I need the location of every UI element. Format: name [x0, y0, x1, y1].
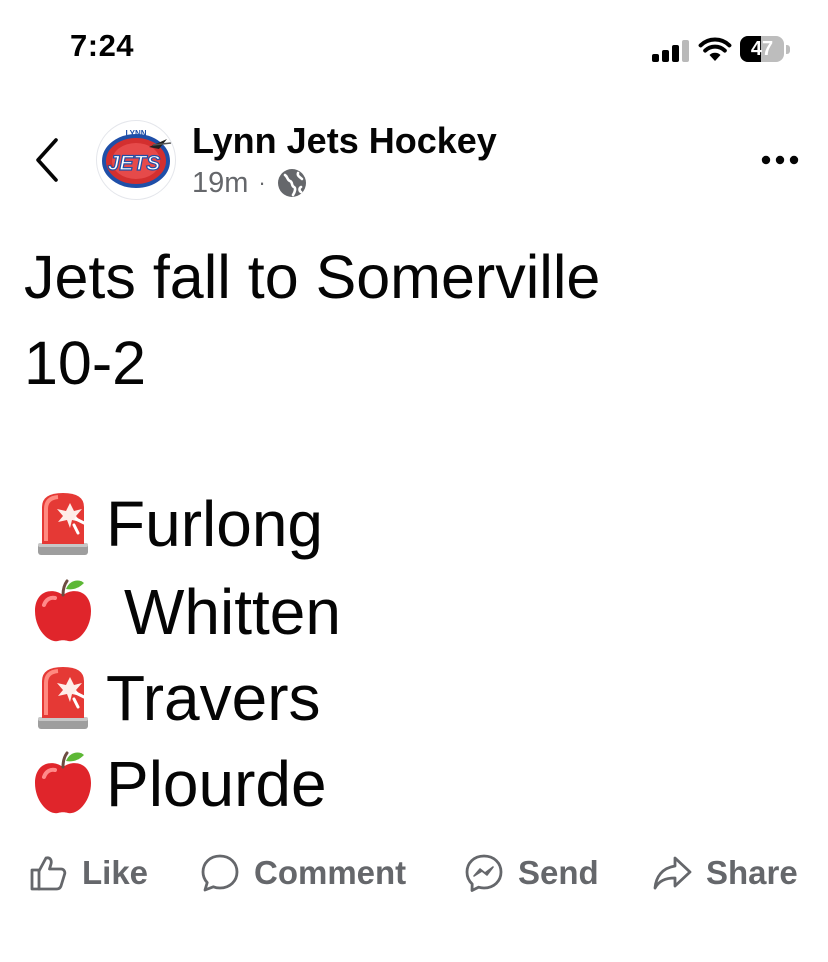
thumbs-up-icon	[30, 856, 67, 891]
like-button[interactable]: Like	[28, 846, 148, 900]
share-button[interactable]: Share	[652, 846, 798, 900]
scorer-name: Whitten	[124, 576, 341, 648]
scorer-row: Whitten	[30, 572, 341, 652]
send-label: Send	[518, 854, 599, 891]
post-title-line2: 10-2	[24, 329, 147, 397]
comment-button[interactable]: Comment	[200, 846, 406, 900]
battery-level: 47	[750, 38, 774, 60]
share-arrow-icon	[653, 856, 692, 890]
scorer-name: Furlong	[106, 488, 323, 560]
post-title: Jets fall to Somerville 10-2	[24, 234, 784, 406]
siren-icon	[36, 491, 90, 557]
more-options-button[interactable]	[760, 148, 800, 172]
wifi-icon	[698, 37, 732, 61]
comment-icon	[201, 854, 239, 892]
svg-text:JETS: JETS	[108, 152, 161, 175]
status-time: 7:24	[70, 28, 135, 63]
post-meta: 19m ·	[192, 166, 308, 200]
post-title-line1: Jets fall to Somerville	[24, 243, 601, 311]
like-label: Like	[82, 854, 149, 891]
share-label: Share	[706, 854, 798, 891]
scorer-row: Plourde	[30, 744, 327, 824]
post-timestamp[interactable]: 19m	[192, 167, 248, 200]
cellular-signal-icon	[652, 38, 690, 62]
post-action-bar: Like Comment Send Share	[0, 846, 828, 900]
back-button[interactable]	[28, 134, 68, 186]
messenger-icon	[465, 854, 503, 892]
scorer-row: Furlong	[30, 484, 323, 564]
scorer-name: Plourde	[106, 748, 327, 820]
page-name[interactable]: Lynn Jets Hockey	[192, 120, 497, 162]
comment-label: Comment	[254, 854, 407, 891]
send-button[interactable]: Send	[464, 846, 599, 900]
apple-icon	[33, 750, 93, 816]
scorer-name: Travers	[106, 662, 321, 734]
globe-icon	[277, 169, 306, 197]
meta-separator: ·	[258, 170, 266, 195]
apple-icon	[33, 578, 93, 644]
status-bar: 7:24 47	[0, 0, 828, 100]
battery-indicator: 47	[740, 36, 790, 62]
jets-logo-icon: LYNN JETS	[102, 129, 172, 188]
page-avatar[interactable]: LYNN JETS	[96, 120, 176, 200]
siren-icon	[36, 665, 90, 731]
svg-text:LYNN: LYNN	[125, 129, 146, 138]
scorer-row: Travers	[30, 658, 321, 738]
